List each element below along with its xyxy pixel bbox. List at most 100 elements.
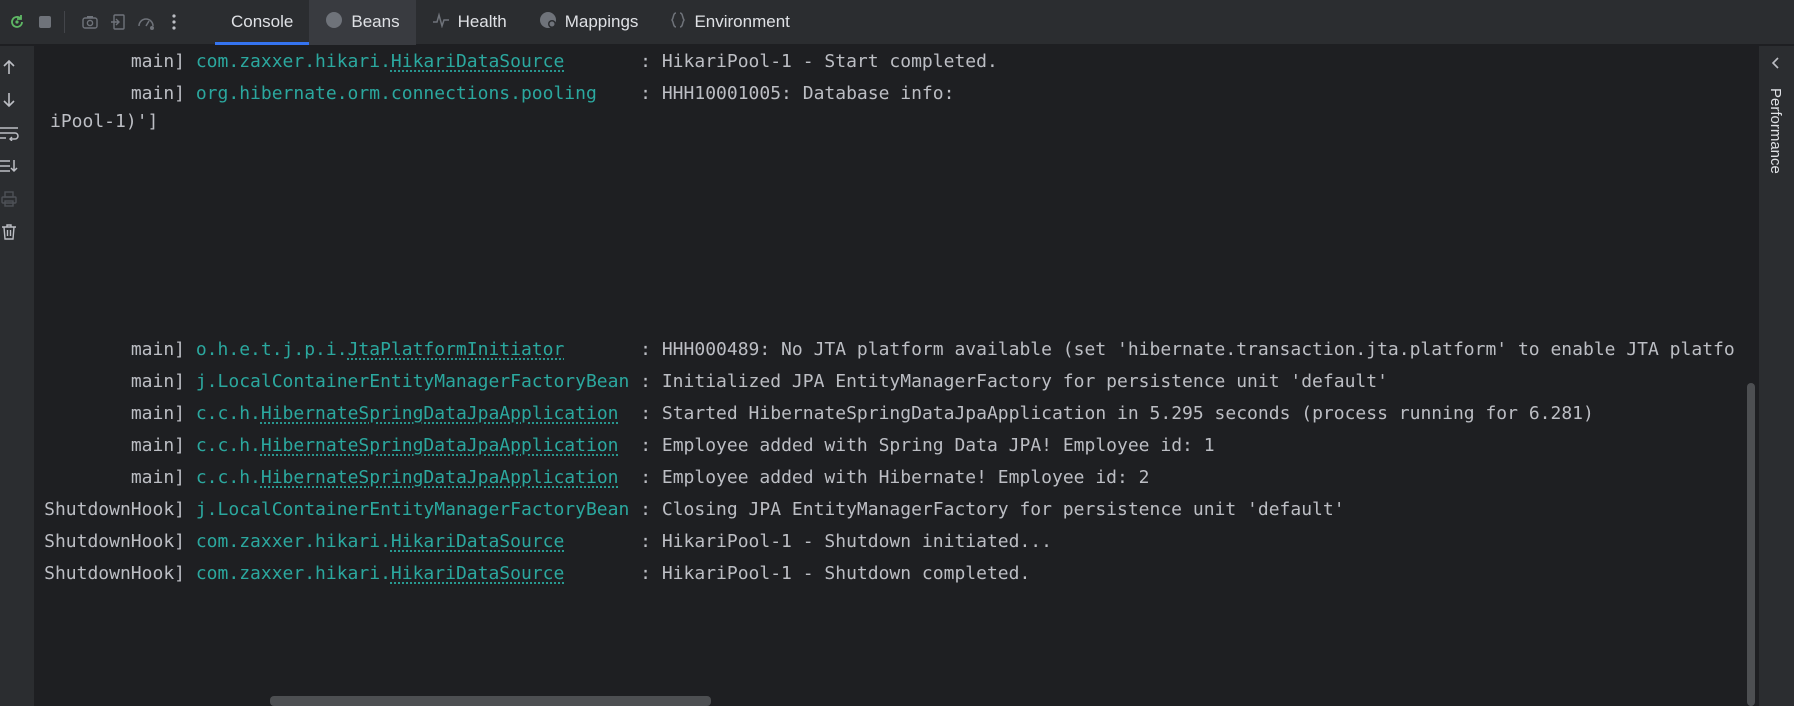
log-message: : Employee added with Spring Data JPA! E… (640, 435, 1215, 456)
logger-package[interactable]: j.LocalContainerEntityManagerFactoryBean (196, 499, 629, 520)
log-logger: c.c.h.HibernateSpringDataJpaApplication (196, 467, 619, 488)
print-icon[interactable] (0, 188, 20, 210)
logger-package: c.c.h. (195, 403, 261, 424)
log-message: : HikariPool-1 - Shutdown initiated... (640, 531, 1052, 552)
log-line: main] c.c.h.HibernateSpringDataJpaApplic… (34, 462, 1150, 494)
tab-label: Beans (351, 12, 400, 31)
log-line: main] j.LocalContainerEntityManagerFacto… (34, 366, 1388, 398)
environment-icon (670, 11, 686, 34)
log-padding (597, 83, 640, 104)
log-padding (564, 531, 640, 552)
log-thread: main] (130, 403, 185, 424)
log-padding (629, 499, 640, 520)
tab-label: Health (457, 12, 507, 31)
logger-package: c.c.h. (195, 467, 261, 488)
toolbar-separator (64, 11, 65, 33)
log-logger: c.c.h.HibernateSpringDataJpaApplication (196, 435, 619, 456)
log-thread: ShutdownHook] (44, 531, 185, 552)
console-output[interactable]: main] com.zaxxer.hikari.HikariDataSource… (34, 46, 1758, 706)
log-message: : Closing JPA EntityManagerFactory for p… (640, 499, 1345, 520)
beans-icon (325, 11, 343, 34)
camera-icon[interactable] (79, 11, 101, 33)
arrow-up-icon[interactable] (0, 56, 20, 78)
tab-label: Mappings (564, 12, 639, 31)
trash-icon[interactable] (0, 221, 20, 243)
tab-bar: Console Beans Health Mappings Environmen… (215, 0, 806, 45)
log-padding (619, 403, 641, 424)
log-padding (619, 435, 641, 456)
more-vert-icon[interactable] (163, 11, 185, 33)
logger-class-link[interactable]: HikariDataSource (391, 531, 564, 552)
log-logger: com.zaxxer.hikari.HikariDataSource (196, 531, 564, 552)
logger-package: com.zaxxer.hikari. (195, 531, 391, 552)
log-logger: com.zaxxer.hikari.HikariDataSource (196, 51, 564, 72)
log-message: : Started HibernateSpringDataJpaApplicat… (640, 403, 1594, 424)
console-side-toolbar (0, 46, 34, 706)
tab-environment[interactable]: Environment (654, 0, 805, 45)
logger-package[interactable]: j.LocalContainerEntityManagerFactoryBean (196, 371, 629, 392)
log-thread: main] (130, 51, 185, 72)
log-logger: c.c.h.HibernateSpringDataJpaApplication (196, 403, 619, 424)
log-logger: j.LocalContainerEntityManagerFactoryBean (196, 371, 629, 392)
logger-class-link[interactable]: HikariDataSource (391, 51, 564, 72)
logger-package: c.c.h. (195, 435, 261, 456)
soft-wrap-icon[interactable] (0, 122, 20, 144)
health-icon (432, 11, 450, 33)
right-tool-strip: Performance (1758, 46, 1794, 706)
scroll-to-end-icon[interactable] (0, 155, 20, 177)
log-logger: org.hibernate.orm.connections.pooling (196, 83, 597, 104)
log-thread: ShutdownHook] (44, 499, 185, 520)
logger-class-link[interactable]: HikariDataSource (391, 563, 564, 584)
log-message: : HikariPool-1 - Start completed. (640, 51, 998, 72)
mappings-icon (539, 11, 557, 34)
logger-class-link[interactable]: HibernateSpringDataJpaApplication (261, 467, 619, 488)
logger-package: com.zaxxer.hikari. (195, 51, 391, 72)
stop-icon[interactable] (34, 11, 56, 33)
log-line: iPool-1)'] (50, 106, 158, 138)
log-message: : Initialized JPA EntityManagerFactory f… (640, 371, 1388, 392)
log-message: : HikariPool-1 - Shutdown completed. (640, 563, 1031, 584)
log-thread: main] (130, 339, 185, 360)
log-line: main] org.hibernate.orm.connections.pool… (34, 78, 955, 110)
log-text: iPool-1)'] (50, 111, 159, 132)
logger-class-link[interactable]: JtaPlatformInitiator (348, 339, 565, 360)
chevron-left-icon[interactable] (1769, 56, 1783, 75)
rerun-icon[interactable] (6, 11, 28, 33)
log-padding (564, 51, 640, 72)
log-logger: o.h.e.t.j.p.i.JtaPlatformInitiator (196, 339, 564, 360)
dump-threads-icon[interactable] (107, 11, 129, 33)
tab-mappings[interactable]: Mappings (523, 0, 655, 45)
tab-label: Environment (694, 12, 790, 31)
log-line: ShutdownHook] com.zaxxer.hikari.HikariDa… (34, 558, 1030, 590)
tab-health[interactable]: Health (416, 0, 523, 45)
log-line: ShutdownHook] com.zaxxer.hikari.HikariDa… (34, 526, 1052, 558)
log-padding (564, 563, 640, 584)
logger-package[interactable]: org.hibernate.orm.connections.pooling (196, 83, 597, 104)
gauge-icon[interactable] (135, 11, 157, 33)
logger-package: o.h.e.t.j.p.i. (195, 339, 348, 360)
run-toolbar: Console Beans Health Mappings Environmen… (0, 0, 1794, 45)
tab-beans[interactable]: Beans (309, 0, 416, 45)
log-padding (619, 467, 641, 488)
log-line: main] c.c.h.HibernateSpringDataJpaApplic… (34, 430, 1215, 462)
vertical-scrollbar-thumb[interactable] (1747, 383, 1755, 706)
log-line: ShutdownHook] j.LocalContainerEntityMana… (34, 494, 1345, 526)
log-line: main] c.c.h.HibernateSpringDataJpaApplic… (34, 398, 1594, 430)
log-thread: main] (130, 371, 185, 392)
log-message: : HHH000489: No JTA platform available (… (640, 339, 1735, 360)
tab-label: Console (231, 12, 294, 31)
logger-class-link[interactable]: HibernateSpringDataJpaApplication (261, 435, 619, 456)
tab-console[interactable]: Console (215, 0, 310, 45)
log-message: : HHH10001005: Database info: (640, 83, 955, 104)
log-message: : Employee added with Hibernate! Employe… (640, 467, 1150, 488)
horizontal-scrollbar-thumb[interactable] (270, 696, 711, 706)
logger-package: com.zaxxer.hikari. (195, 563, 391, 584)
performance-panel-toggle[interactable]: Performance (1767, 88, 1784, 174)
log-padding (564, 339, 640, 360)
log-logger: j.LocalContainerEntityManagerFactoryBean (196, 499, 629, 520)
arrow-down-icon[interactable] (0, 89, 20, 111)
log-line: main] o.h.e.t.j.p.i.JtaPlatformInitiator… (34, 334, 1735, 366)
log-thread: main] (130, 435, 185, 456)
logger-class-link[interactable]: HibernateSpringDataJpaApplication (261, 403, 619, 424)
log-logger: com.zaxxer.hikari.HikariDataSource (196, 563, 564, 584)
